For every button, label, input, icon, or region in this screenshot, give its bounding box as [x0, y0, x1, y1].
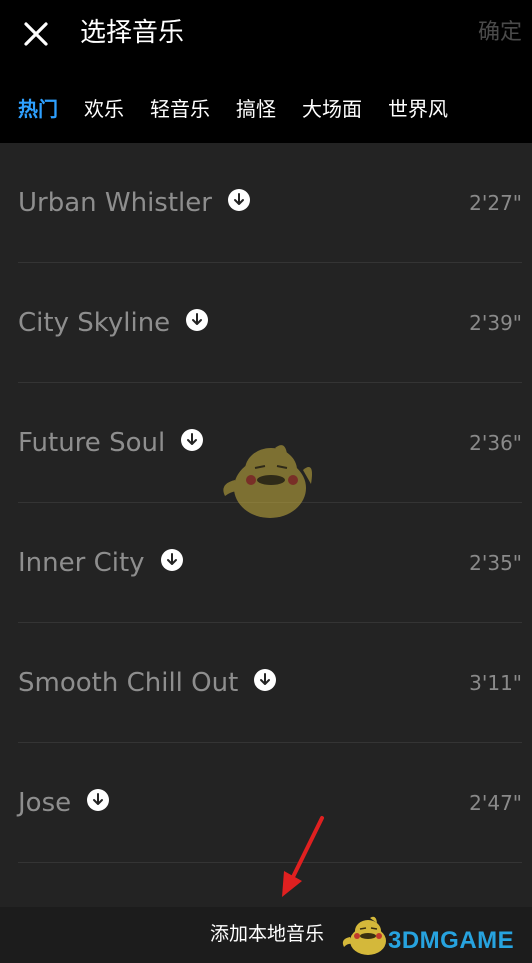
top-bar: 选择音乐 确定 热门 欢乐 轻音乐 搞怪 大场面 世界风 — [0, 0, 532, 143]
close-icon[interactable] — [20, 18, 52, 50]
track-duration: 2'35" — [469, 551, 522, 575]
download-icon[interactable] — [254, 668, 277, 691]
confirm-button[interactable]: 确定 — [478, 17, 522, 49]
divider — [18, 862, 522, 863]
track-name: Smooth Chill Out — [18, 668, 239, 698]
add-local-music-button[interactable]: 添加本地音乐 — [210, 919, 324, 949]
watermark-logo: 3DMGAME — [388, 927, 515, 954]
download-icon[interactable] — [181, 428, 204, 451]
track-name: Future Soul — [18, 428, 166, 458]
track-duration: 2'47" — [469, 791, 522, 815]
download-icon[interactable] — [186, 308, 209, 331]
tab-epic[interactable]: 大场面 — [302, 94, 362, 124]
track-name: Inner City — [18, 548, 145, 578]
list-item[interactable]: Urban Whistler 2'27" — [0, 143, 532, 263]
track-name: Urban Whistler — [18, 188, 212, 218]
download-icon[interactable] — [160, 548, 183, 571]
track-duration: 2'27" — [469, 191, 522, 215]
tab-funny[interactable]: 搞怪 — [236, 94, 276, 124]
download-icon[interactable] — [87, 788, 110, 811]
3dmgame-mascot-icon — [342, 916, 386, 955]
category-tabs: 热门 欢乐 轻音乐 搞怪 大场面 世界风 — [18, 94, 448, 124]
tab-world[interactable]: 世界风 — [388, 94, 448, 124]
page-title: 选择音乐 — [80, 18, 185, 48]
list-item[interactable]: Smooth Chill Out 3'11" — [0, 623, 532, 743]
track-duration: 3'11" — [469, 671, 522, 695]
mascot-watermark-icon — [223, 445, 312, 518]
track-name: City Skyline — [18, 308, 171, 338]
tab-happy[interactable]: 欢乐 — [84, 94, 124, 124]
download-icon[interactable] — [227, 188, 250, 211]
tab-light-music[interactable]: 轻音乐 — [150, 94, 210, 124]
track-name: Jose — [18, 788, 72, 818]
list-item[interactable]: City Skyline 2'39" — [0, 263, 532, 383]
track-duration: 2'36" — [469, 431, 522, 455]
track-duration: 2'39" — [469, 311, 522, 335]
tab-hot[interactable]: 热门 — [18, 94, 58, 124]
annotation-arrow-icon — [282, 816, 324, 897]
list-item[interactable]: Jose 2'47" — [0, 743, 532, 863]
